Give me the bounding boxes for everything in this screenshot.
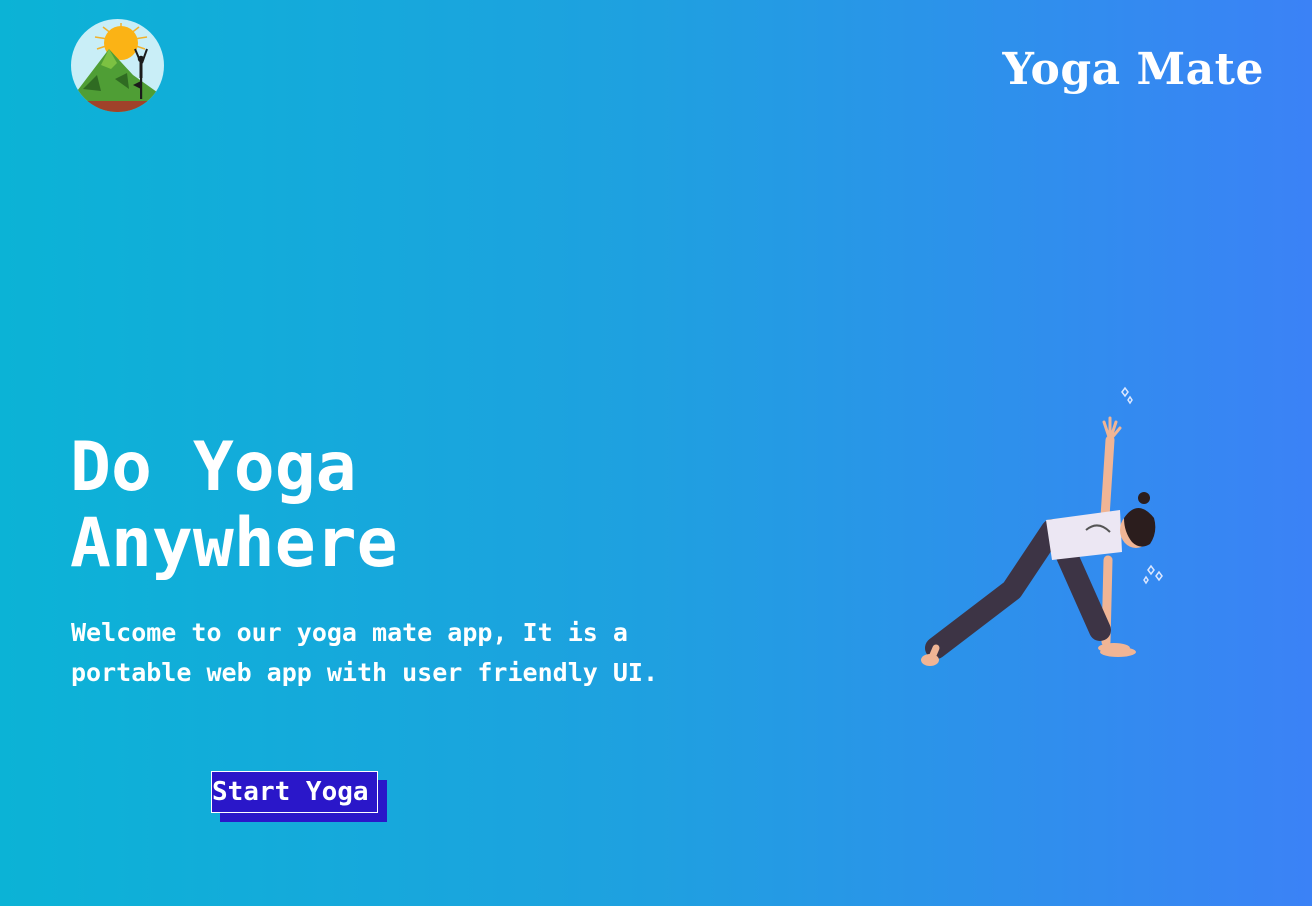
sparkle-icon (1121, 386, 1163, 585)
hero-title: Do Yoga Anywhere (70, 430, 398, 582)
hero-title-line-1: Do Yoga (70, 428, 357, 507)
brand-title: Yoga Mate (1002, 44, 1264, 95)
yoga-mountain-sun-logo[interactable] (71, 19, 164, 112)
start-yoga-cta: Start Yoga (211, 771, 387, 822)
hero-description: Welcome to our yoga mate app, It is a po… (71, 618, 658, 687)
start-yoga-button[interactable]: Start Yoga (211, 771, 378, 813)
yoga-triangle-pose-illustration (900, 380, 1180, 680)
hero-title-line-2: Anywhere (70, 504, 398, 583)
